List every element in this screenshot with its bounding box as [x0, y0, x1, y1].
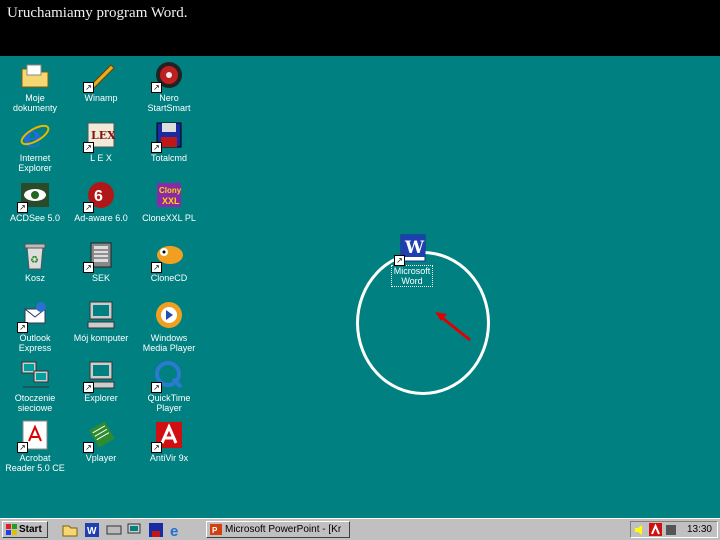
svg-text:6: 6: [94, 188, 103, 205]
nero-icon: ↗: [151, 59, 185, 93]
desktop: Moje dokumenty e Internet Explorer ↗ ACD…: [0, 56, 720, 518]
folder-icon: [19, 59, 51, 91]
sek-icon: ↗: [83, 239, 117, 273]
clock[interactable]: 13:30: [687, 523, 712, 537]
start-button[interactable]: Start: [2, 521, 48, 538]
internet-explorer-icon: e: [19, 119, 51, 155]
network-icon: [19, 359, 51, 391]
antivir-icon: ↗: [151, 419, 185, 453]
desktop-icon-moj-komputer[interactable]: Mój komputer: [66, 299, 136, 343]
svg-text:♻: ♻: [30, 255, 39, 266]
desktop-icon-explorer[interactable]: ↗ Explorer: [66, 359, 136, 403]
media-player-icon: [153, 299, 185, 331]
desktop-icon-acdsee[interactable]: ↗ ACDSee 5.0: [0, 179, 70, 223]
start-label: Start: [19, 524, 42, 535]
quicktime-icon: ↗: [151, 359, 185, 393]
system-tray: 13:30: [630, 521, 718, 538]
acdsee-icon: ↗: [17, 179, 51, 213]
desktop-icon-adaware[interactable]: 6 ↗ Ad-aware 6.0: [66, 179, 136, 223]
desktop-icon-internet-explorer[interactable]: e Internet Explorer: [0, 119, 70, 173]
desktop-icon-sek[interactable]: ↗ SEK: [66, 239, 136, 283]
desktop-icon-quicktime[interactable]: ↗ QuickTime Player: [134, 359, 204, 413]
desktop-icon-media-player[interactable]: Windows Media Player: [134, 299, 204, 353]
tray-app-icon[interactable]: [665, 524, 677, 536]
recycle-bin-icon: ♻: [19, 239, 51, 271]
desktop-icon-totalcmd[interactable]: ↗ Totalcmd: [134, 119, 204, 163]
desktop-icon-clonecd[interactable]: ↗ CloneCD: [134, 239, 204, 283]
desktop-icon-lex[interactable]: LEX ↗ L E X: [66, 119, 136, 163]
quicklaunch-word-icon[interactable]: W: [84, 522, 100, 538]
svg-text:XXL: XXL: [162, 196, 180, 206]
quicklaunch-computer-icon[interactable]: [126, 522, 142, 538]
winamp-icon: ↗: [83, 59, 117, 93]
desktop-icon-nero[interactable]: ↗ Nero StartSmart: [134, 59, 204, 113]
taskbar-item-powerpoint[interactable]: P Microsoft PowerPoint - [Kr: [206, 521, 350, 538]
quicklaunch-folder-icon[interactable]: [62, 522, 78, 538]
svg-text:LEX: LEX: [91, 129, 116, 142]
explorer-icon: ↗: [83, 359, 117, 393]
quicklaunch-ie-icon[interactable]: e: [168, 522, 184, 538]
desktop-icon-winamp[interactable]: ↗ Winamp: [66, 59, 136, 103]
volume-icon[interactable]: [634, 524, 646, 536]
desktop-icon-kosz[interactable]: ♻ Kosz: [0, 239, 70, 283]
windows-logo-icon: [6, 524, 17, 535]
word-icon: W ↗: [394, 232, 428, 266]
taskbar-item-label: Microsoft PowerPoint - [Kr: [225, 524, 342, 535]
lex-icon: LEX ↗: [83, 119, 117, 153]
adaware-icon: 6 ↗: [83, 179, 117, 213]
desktop-icon-microsoft-word[interactable]: W ↗ Microsoft Word: [377, 232, 447, 289]
my-computer-icon: [85, 299, 117, 331]
red-arrow-icon: [435, 312, 471, 342]
clonecd-icon: ↗: [151, 239, 185, 273]
total-commander-icon: ↗: [151, 119, 185, 153]
desktop-icon-outlook-express[interactable]: ↗ Outlook Express: [0, 299, 70, 353]
powerpoint-icon: P: [210, 524, 222, 535]
desktop-icon-moje-dokumenty[interactable]: Moje dokumenty: [0, 59, 70, 113]
outlook-express-icon: ↗: [17, 299, 51, 333]
caption-text: Uruchamiamy program Word.: [7, 5, 188, 21]
clonexxl-icon: Clony XXL: [153, 179, 185, 211]
svg-text:W: W: [404, 238, 425, 258]
svg-text:Clony: Clony: [159, 186, 182, 195]
svg-text:P: P: [212, 526, 218, 535]
svg-text:W: W: [87, 526, 97, 537]
acrobat-icon: ↗: [17, 419, 51, 453]
desktop-icon-antivir[interactable]: ↗ AntiVir 9x: [134, 419, 204, 463]
caption-bar: Uruchamiamy program Word.: [0, 0, 720, 56]
taskbar: Start W e P Microsoft PowerPoint - [Kr 1…: [0, 518, 720, 540]
desktop-icon-clonexxl[interactable]: Clony XXL CloneXXL PL: [134, 179, 204, 223]
desktop-icon-acrobat[interactable]: ↗ Acrobat Reader 5.0 CE: [0, 419, 70, 473]
desktop-icon-vplayer[interactable]: ↗ Vplayer: [66, 419, 136, 463]
svg-text:e: e: [170, 523, 178, 538]
desktop-icon-otoczenie-sieciowe[interactable]: Otoczenie sieciowe: [0, 359, 70, 413]
quicklaunch-totalcmd-icon[interactable]: [148, 522, 164, 538]
antivir-tray-icon[interactable]: [649, 523, 662, 536]
vplayer-icon: ↗: [83, 419, 117, 453]
quicklaunch-drive-icon[interactable]: [106, 522, 122, 538]
